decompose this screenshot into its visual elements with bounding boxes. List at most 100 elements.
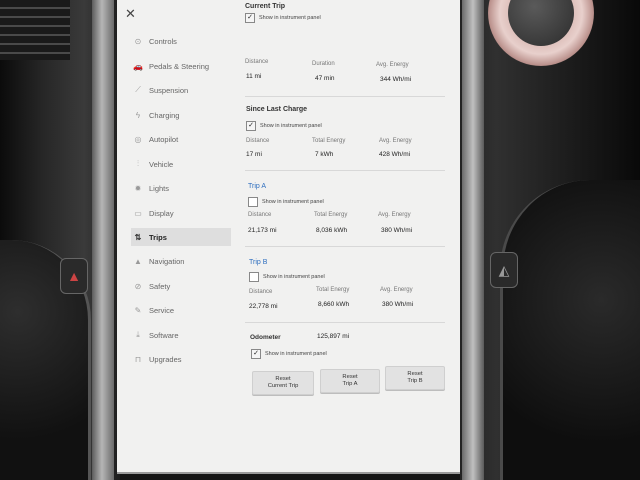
sidebar-item-label: Lights bbox=[149, 183, 170, 193]
sidebar-item-controls[interactable]: ⊙ Controls bbox=[131, 32, 231, 50]
sidebar-item-label: Controls bbox=[149, 36, 177, 46]
sidebar-item-label: Trips bbox=[149, 232, 167, 242]
sidebar-item-display[interactable]: ▭ Display bbox=[131, 204, 231, 222]
checkbox-box: ✓ bbox=[245, 13, 255, 23]
sidebar-item-label: Software bbox=[149, 330, 179, 340]
sidebar-item-label: Vehicle bbox=[149, 159, 174, 169]
checkbox-label: Show in instrument panel bbox=[260, 123, 322, 129]
sidebar-item-label: Charging bbox=[149, 110, 180, 120]
checkbox-box bbox=[249, 272, 259, 282]
checkbox-label: Show in instrument panel bbox=[263, 274, 325, 280]
trip-b-checkbox[interactable]: Show in instrument panel bbox=[249, 272, 325, 282]
button-label-line1: Reset bbox=[342, 374, 358, 381]
divider bbox=[245, 246, 445, 247]
since-last-charge-energy-label: Avg. Energy bbox=[379, 138, 412, 144]
sidebar-item-label: Upgrades bbox=[149, 354, 182, 364]
sidebar-item-label: Service bbox=[149, 305, 175, 315]
wrench-icon: ✎ bbox=[134, 305, 142, 315]
divider bbox=[245, 322, 445, 323]
trip-a-total-energy-label: Total Energy bbox=[314, 212, 348, 218]
since-last-charge-checkbox[interactable]: ✓ Show in instrument panel bbox=[246, 121, 322, 131]
air-vent bbox=[0, 0, 70, 60]
sidebar-item-service[interactable]: ✎ Service bbox=[131, 301, 231, 319]
checkbox-box: ✓ bbox=[251, 349, 261, 359]
toggle-icon: ⊙ bbox=[134, 36, 142, 46]
sidebar-item-label: Pedals & Steering bbox=[149, 61, 210, 71]
checkbox-label: Show in instrument panel bbox=[259, 15, 321, 21]
sidebar-item-safety[interactable]: ⊘ Safety bbox=[131, 277, 231, 295]
trip-a-energy-value: 380 Wh/mi bbox=[381, 227, 413, 234]
since-last-charge-total-energy-label: Total Energy bbox=[312, 138, 346, 144]
touchscreen: ✕ ⊙ Controls 🚗 Pedals & Steering ⟋ Suspension… bbox=[117, 0, 460, 474]
divider bbox=[245, 96, 445, 97]
current-trip-checkbox[interactable]: ✓ Show in instrument panel bbox=[245, 13, 321, 23]
divider bbox=[245, 170, 445, 171]
steering-wheel-icon: ◎ bbox=[134, 134, 142, 144]
odometer-label: Odometer bbox=[250, 334, 281, 341]
reset-trip-a-button[interactable]: Reset Trip A bbox=[320, 369, 380, 393]
reset-trip-b-button[interactable]: Reset Trip B bbox=[385, 366, 445, 390]
trips-icon: ⇅ bbox=[134, 232, 142, 242]
control-knob[interactable] bbox=[488, 0, 598, 68]
download-icon: ⤓ bbox=[136, 330, 140, 339]
since-last-charge-title: Since Last Charge bbox=[246, 106, 308, 113]
sliders-icon: ⫶ bbox=[137, 159, 139, 168]
button-label-line2: Current Trip bbox=[267, 383, 299, 389]
car-icon: 🚗 bbox=[133, 61, 143, 71]
triangle-icon: ◭ bbox=[498, 261, 510, 278]
checkbox-box: ✓ bbox=[246, 121, 256, 131]
button-label-line1: Reset bbox=[275, 376, 291, 383]
navigation-arrow-icon: ▲ bbox=[134, 256, 142, 266]
trip-a-title: Trip A bbox=[248, 183, 267, 190]
trip-b-energy-value: 380 Wh/mi bbox=[382, 301, 414, 308]
sidebar-item-autopilot[interactable]: ◎ Autopilot bbox=[131, 130, 231, 148]
trip-a-distance-value: 21,173 mi bbox=[248, 227, 277, 234]
lock-icon: ⊓ bbox=[134, 354, 142, 364]
reset-current-trip-button[interactable]: Reset Current Trip bbox=[252, 371, 314, 395]
hazard-button[interactable]: ▲ bbox=[60, 258, 88, 294]
sidebar-item-navigation[interactable]: ▲ Navigation bbox=[131, 252, 231, 270]
since-last-charge-energy-value: 428 Wh/mi bbox=[379, 151, 411, 158]
trip-b-distance-value: 22,778 mi bbox=[249, 303, 278, 310]
trip-b-total-energy-value: 8,660 kWh bbox=[318, 301, 350, 308]
light-icon: ✹ bbox=[134, 183, 142, 193]
odometer-value: 125,897 mi bbox=[317, 333, 350, 340]
trip-a-distance-label: Distance bbox=[248, 212, 272, 218]
sidebar-item-lights[interactable]: ✹ Lights bbox=[131, 179, 231, 197]
trip-a-energy-label: Avg. Energy bbox=[378, 212, 411, 218]
sidebar-item-upgrades[interactable]: ⊓ Upgrades bbox=[131, 350, 231, 368]
checkbox-label: Show in instrument panel bbox=[262, 199, 324, 205]
current-trip-energy-value: 344 Wh/mi bbox=[380, 76, 412, 83]
trip-a-total-energy-value: 8,036 kWh bbox=[316, 227, 348, 234]
trip-b-distance-label: Distance bbox=[249, 289, 273, 295]
sidebar-item-software[interactable]: ⤓ Software bbox=[131, 326, 231, 344]
button-label-line2: Trip A bbox=[342, 381, 358, 387]
sidebar-item-label: Display bbox=[149, 208, 174, 218]
sidebar-item-trips[interactable]: ⇅ Trips bbox=[131, 228, 231, 246]
sidebar-item-vehicle[interactable]: ⫶ Vehicle bbox=[131, 155, 231, 173]
current-trip-duration-value: 47 min bbox=[315, 75, 335, 82]
checkbox-box bbox=[248, 197, 258, 207]
glovebox-button[interactable]: ◭ bbox=[490, 252, 518, 288]
trip-b-energy-label: Avg. Energy bbox=[380, 287, 413, 293]
sidebar-item-label: Navigation bbox=[149, 256, 185, 266]
since-last-charge-distance-label: Distance bbox=[246, 138, 270, 144]
trip-b-total-energy-label: Total Energy bbox=[316, 287, 350, 293]
since-last-charge-distance-value: 17 mi bbox=[246, 151, 262, 158]
sidebar-item-label: Suspension bbox=[149, 85, 189, 95]
suspension-icon: ⟋ bbox=[135, 85, 141, 94]
trip-b-title: Trip B bbox=[249, 259, 268, 266]
current-trip-energy-label: Avg. Energy bbox=[376, 62, 409, 68]
button-label-line2: Trip B bbox=[407, 378, 423, 384]
left-trim bbox=[92, 0, 114, 480]
hazard-icon: ▲ bbox=[67, 268, 81, 284]
sidebar-item-pedals-steering[interactable]: 🚗 Pedals & Steering bbox=[131, 57, 231, 75]
close-icon[interactable]: ✕ bbox=[125, 6, 136, 22]
sidebar-item-suspension[interactable]: ⟋ Suspension bbox=[131, 81, 231, 99]
sidebar-item-charging[interactable]: ϟ Charging bbox=[131, 106, 231, 124]
sidebar-item-label: Safety bbox=[149, 281, 171, 291]
trip-a-checkbox[interactable]: Show in instrument panel bbox=[248, 197, 324, 207]
odometer-checkbox[interactable]: ✓ Show in instrument panel bbox=[251, 349, 327, 359]
trips-panel: Current Trip ✓ Show in instrument panel … bbox=[245, 0, 455, 472]
sidebar-item-label: Autopilot bbox=[149, 134, 179, 144]
